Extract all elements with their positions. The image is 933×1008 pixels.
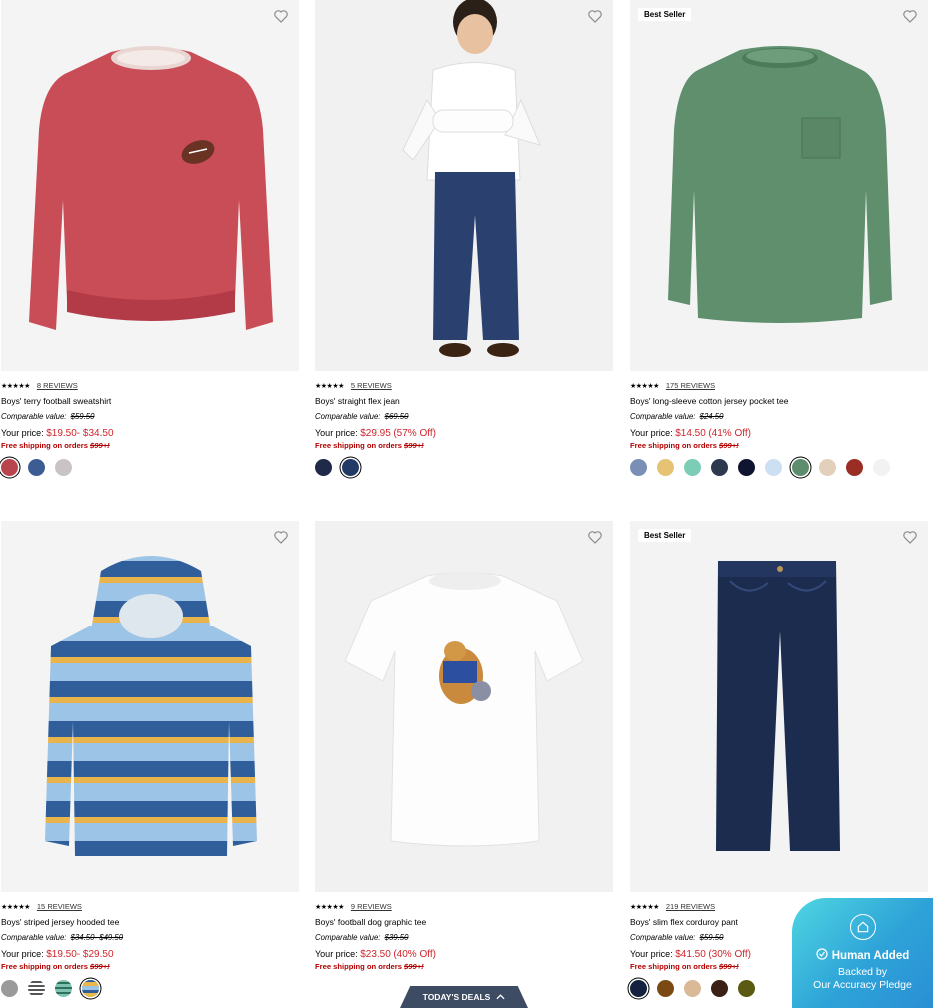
color-swatch[interactable]	[792, 458, 809, 476]
color-swatch[interactable]	[630, 458, 647, 476]
color-swatch[interactable]	[738, 979, 755, 997]
shipping-note: Free shipping on orders $99+!	[315, 962, 424, 971]
product-card[interactable]: ★★★★★ 8 REVIEWS Boys' terry football swe…	[1, 0, 299, 477]
boy-jeans-image	[315, 0, 613, 371]
product-name[interactable]: Boys' football dog graphic tee	[315, 918, 613, 928]
color-swatches	[1, 978, 299, 998]
wishlist-heart-icon[interactable]	[902, 529, 918, 545]
color-swatches	[1, 457, 299, 477]
color-swatch[interactable]	[55, 979, 72, 997]
color-swatch[interactable]	[738, 458, 755, 476]
wishlist-heart-icon[interactable]	[587, 8, 603, 24]
shipping-note: Free shipping on orders $99+!	[315, 441, 424, 450]
rating-stars: ★★★★★	[315, 382, 344, 390]
your-price: Your price: $29.95 (57% Off)	[315, 428, 436, 439]
color-swatch[interactable]	[28, 979, 45, 997]
color-swatch[interactable]	[711, 979, 728, 997]
color-swatch[interactable]	[873, 458, 890, 476]
rating-stars: ★★★★★	[1, 903, 30, 911]
product-card[interactable]: ★★★★★ 5 REVIEWS Boys' straight flex jean…	[315, 0, 613, 477]
pledge-line-3: Our Accuracy Pledge	[813, 979, 912, 991]
color-swatch[interactable]	[630, 979, 647, 997]
comparable-value: Comparable value: $59.50	[1, 412, 95, 421]
reviews-link[interactable]: 9 REVIEWS	[351, 903, 392, 911]
reviews-link[interactable]: 15 REVIEWS	[37, 903, 82, 911]
product-name[interactable]: Boys' straight flex jean	[315, 397, 613, 407]
rating-stars: ★★★★★	[315, 903, 344, 911]
color-swatch[interactable]	[55, 458, 72, 476]
your-price: Your price: $19.50- $29.50	[1, 949, 114, 960]
striped-hoodie-image	[1, 521, 299, 892]
color-swatch[interactable]	[657, 458, 674, 476]
chevron-up-icon	[496, 992, 505, 1002]
product-name[interactable]: Boys' long-sleeve cotton jersey pocket t…	[630, 397, 928, 407]
shipping-note: Free shipping on orders $99+!	[1, 962, 110, 971]
product-image[interactable]	[315, 521, 613, 892]
product-name[interactable]: Boys' striped jersey hooded tee	[1, 918, 299, 928]
rating-stars: ★★★★★	[630, 382, 659, 390]
comparable-value: Comparable value: $39.50	[315, 933, 409, 942]
pledge-title: Human Added	[792, 948, 933, 963]
shipping-note: Free shipping on orders $99+!	[630, 441, 739, 450]
check-circle-icon	[816, 948, 828, 963]
product-name[interactable]: Boys' terry football sweatshirt	[1, 397, 299, 407]
accuracy-pledge-widget[interactable]: Human Added Backed by Our Accuracy Pledg…	[792, 898, 933, 1008]
color-swatch[interactable]	[342, 458, 359, 476]
color-swatch[interactable]	[846, 458, 863, 476]
color-swatch[interactable]	[28, 458, 45, 476]
comparable-value: Comparable value: $24.50	[630, 412, 724, 421]
product-image[interactable]	[1, 0, 299, 371]
product-image[interactable]	[315, 0, 613, 371]
reviews-link[interactable]: 5 REVIEWS	[351, 382, 392, 390]
rating-stars: ★★★★★	[1, 382, 30, 390]
reviews-link[interactable]: 175 REVIEWS	[666, 382, 715, 390]
reviews-link[interactable]: 219 REVIEWS	[666, 903, 715, 911]
product-image[interactable]: Best Seller	[630, 0, 928, 371]
your-price: Your price: $14.50 (41% Off)	[630, 428, 751, 439]
your-price: Your price: $23.50 (40% Off)	[315, 949, 436, 960]
pledge-line-2: Backed by	[837, 966, 888, 978]
wishlist-heart-icon[interactable]	[587, 529, 603, 545]
wishlist-heart-icon[interactable]	[902, 8, 918, 24]
product-card[interactable]: Best Seller ★★★★★ 175 REVIEWS Boys' long…	[630, 0, 928, 477]
home-badge-icon	[850, 914, 876, 940]
color-swatch[interactable]	[657, 979, 674, 997]
red-sweatshirt-image	[1, 0, 299, 371]
todays-deals-tab[interactable]: TODAY'S DEALS	[400, 986, 528, 1008]
wishlist-heart-icon[interactable]	[273, 529, 289, 545]
rating-stars: ★★★★★	[630, 903, 659, 911]
reviews-link[interactable]: 8 REVIEWS	[37, 382, 78, 390]
product-card[interactable]: ★★★★★ 9 REVIEWS Boys' football dog graph…	[315, 521, 613, 973]
color-swatches	[630, 457, 928, 477]
product-image[interactable]: Best Seller	[630, 521, 928, 892]
best-seller-badge: Best Seller	[638, 8, 692, 21]
product-image[interactable]	[1, 521, 299, 892]
color-swatch[interactable]	[765, 458, 782, 476]
best-seller-badge: Best Seller	[638, 529, 692, 542]
color-swatch[interactable]	[819, 458, 836, 476]
comparable-value: Comparable value: $69.50	[315, 412, 409, 421]
color-swatch[interactable]	[711, 458, 728, 476]
color-swatch[interactable]	[82, 979, 99, 997]
color-swatch[interactable]	[1, 458, 18, 476]
color-swatch[interactable]	[315, 458, 332, 476]
shipping-note: Free shipping on orders $99+!	[1, 441, 110, 450]
dog-tee-image	[315, 521, 613, 892]
your-price: Your price: $19.50- $34.50	[1, 428, 114, 439]
green-tee-image	[630, 0, 928, 371]
color-swatch[interactable]	[684, 458, 701, 476]
color-swatches	[315, 457, 613, 477]
corduroy-pant-image	[630, 521, 928, 892]
todays-deals-label: TODAY'S DEALS	[422, 992, 491, 1002]
comparable-value: Comparable value: $34.50- $49.50	[1, 933, 124, 942]
product-card[interactable]: ★★★★★ 15 REVIEWS Boys' striped jersey ho…	[1, 521, 299, 998]
color-swatch[interactable]	[1, 979, 18, 997]
wishlist-heart-icon[interactable]	[273, 8, 289, 24]
color-swatch[interactable]	[684, 979, 701, 997]
